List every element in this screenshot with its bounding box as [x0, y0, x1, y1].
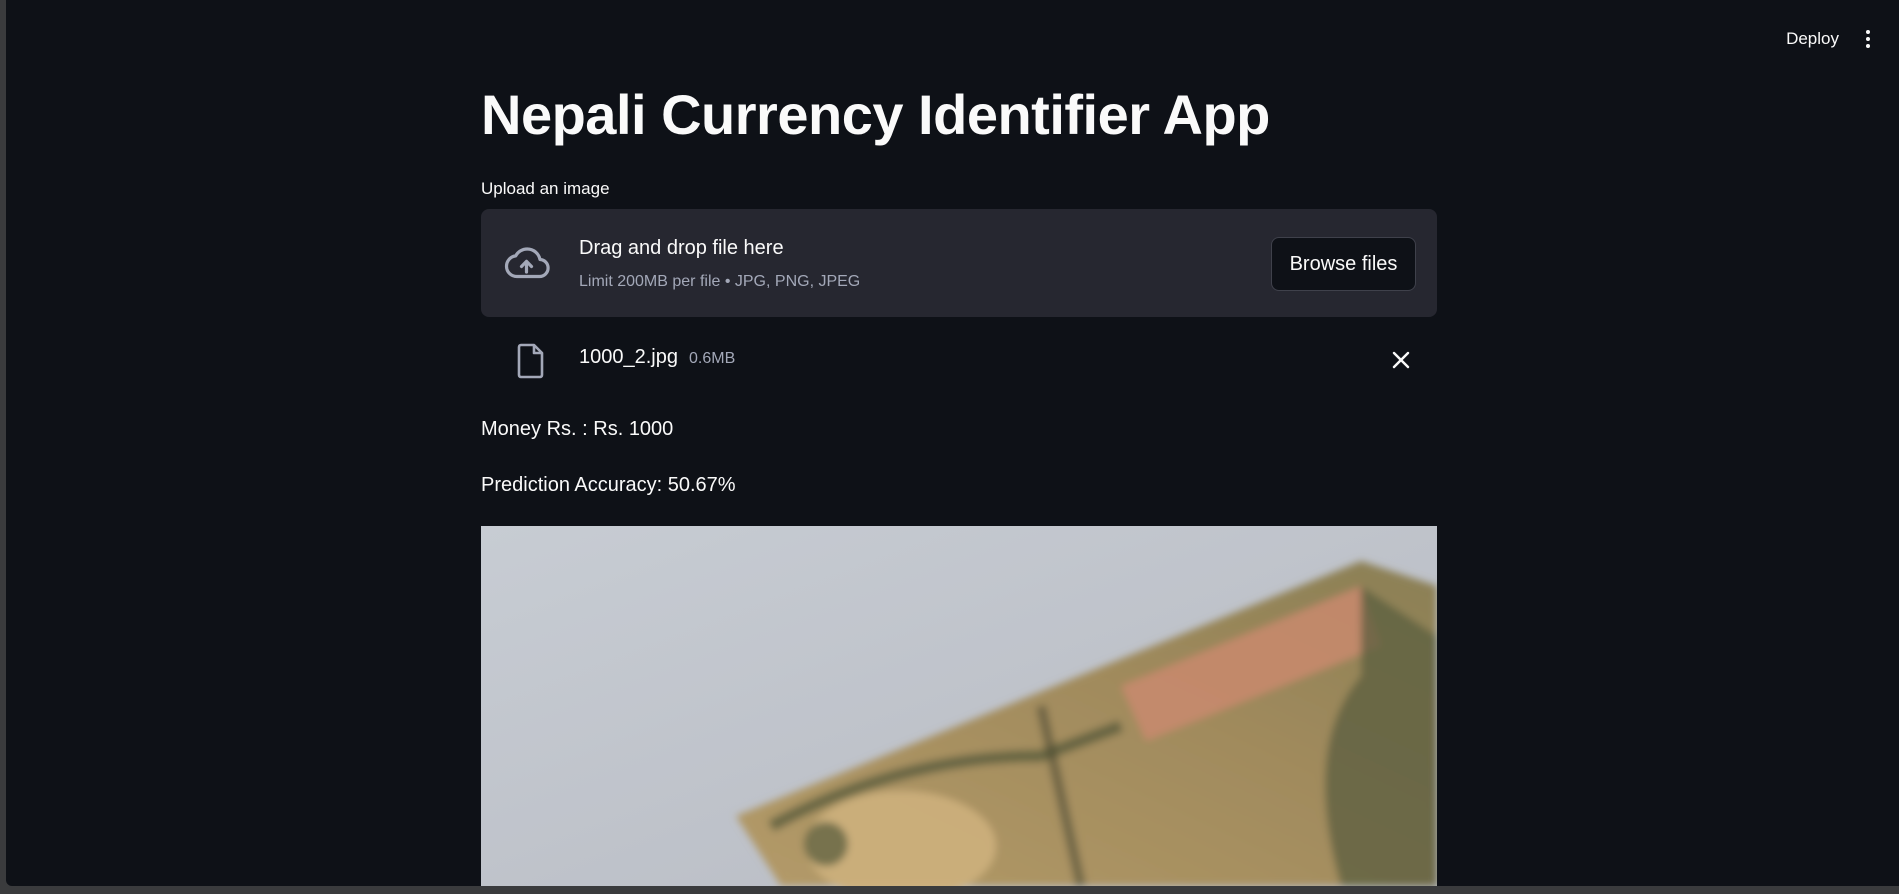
browse-files-button[interactable]: Browse files: [1271, 237, 1416, 291]
money-result: Money Rs. : Rs. 1000: [481, 418, 674, 440]
uploaded-image-preview: [481, 526, 1437, 886]
dropzone-limit: Limit 200MB per file • JPG, PNG, JPEG: [579, 273, 861, 290]
file-size: 0.6MB: [689, 350, 736, 367]
uploaded-file-row: 1000_2.jpg 0.6MB: [481, 338, 1437, 386]
close-icon[interactable]: [1389, 348, 1413, 372]
kebab-menu-icon[interactable]: [1861, 28, 1875, 50]
toolbar: Deploy: [1786, 28, 1875, 50]
cloud-upload-icon: [504, 247, 550, 279]
app-window: Deploy Nepali Currency Identifier App Up…: [6, 0, 1899, 886]
dropzone-instructions: Drag and drop file here: [579, 237, 784, 259]
file-dropzone[interactable]: Drag and drop file here Limit 200MB per …: [481, 209, 1437, 317]
file-name: 1000_2.jpg: [579, 346, 678, 368]
deploy-button[interactable]: Deploy: [1786, 29, 1839, 49]
upload-label: Upload an image: [481, 179, 610, 198]
file-icon: [517, 343, 544, 379]
prediction-accuracy: Prediction Accuracy: 50.67%: [481, 474, 736, 496]
page-title: Nepali Currency Identifier App: [481, 83, 1270, 146]
